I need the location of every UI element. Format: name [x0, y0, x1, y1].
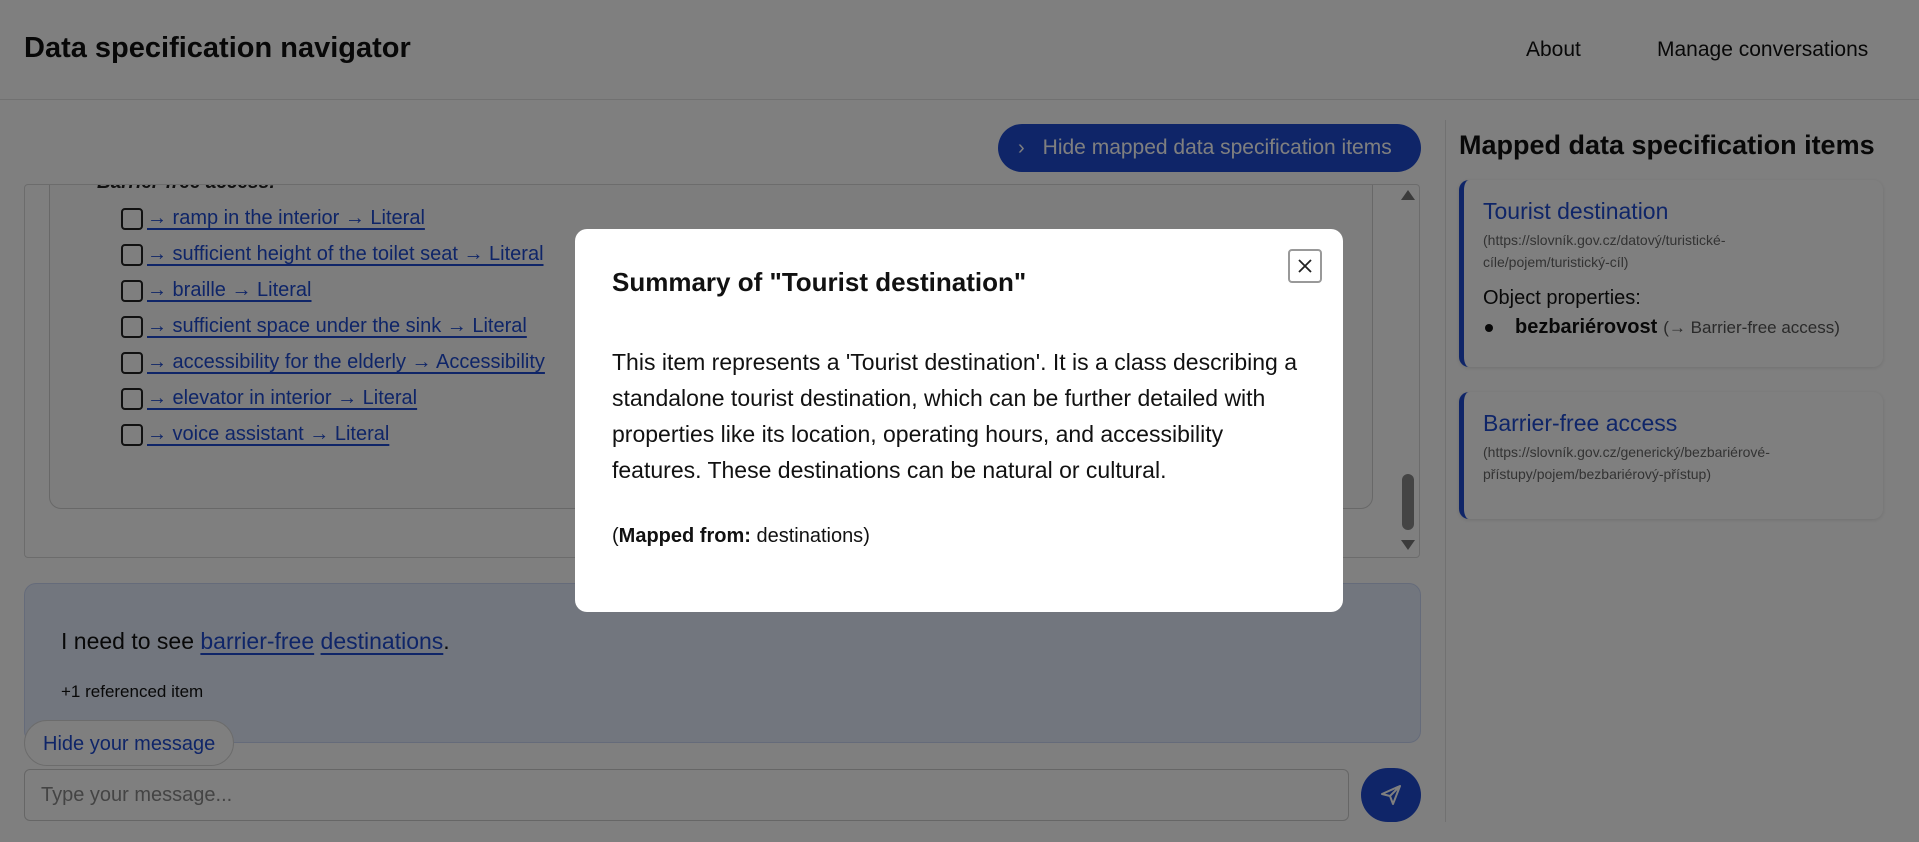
mapped-close-paren: ): [863, 525, 870, 547]
summary-dialog: Summary of "Tourist destination" This it…: [575, 229, 1343, 612]
dialog-title: Summary of "Tourist destination": [612, 267, 1027, 297]
close-icon: [1298, 259, 1312, 273]
mapped-from-label: Mapped from:: [618, 525, 751, 547]
mapped-open-paren: (: [612, 525, 619, 547]
close-button[interactable]: [1288, 249, 1322, 283]
mapped-from-value: destinations: [750, 525, 864, 547]
dialog-body: This item represents a 'Tourist destinat…: [612, 349, 1298, 483]
mapped-from: (Mapped from: destinations): [612, 525, 870, 548]
